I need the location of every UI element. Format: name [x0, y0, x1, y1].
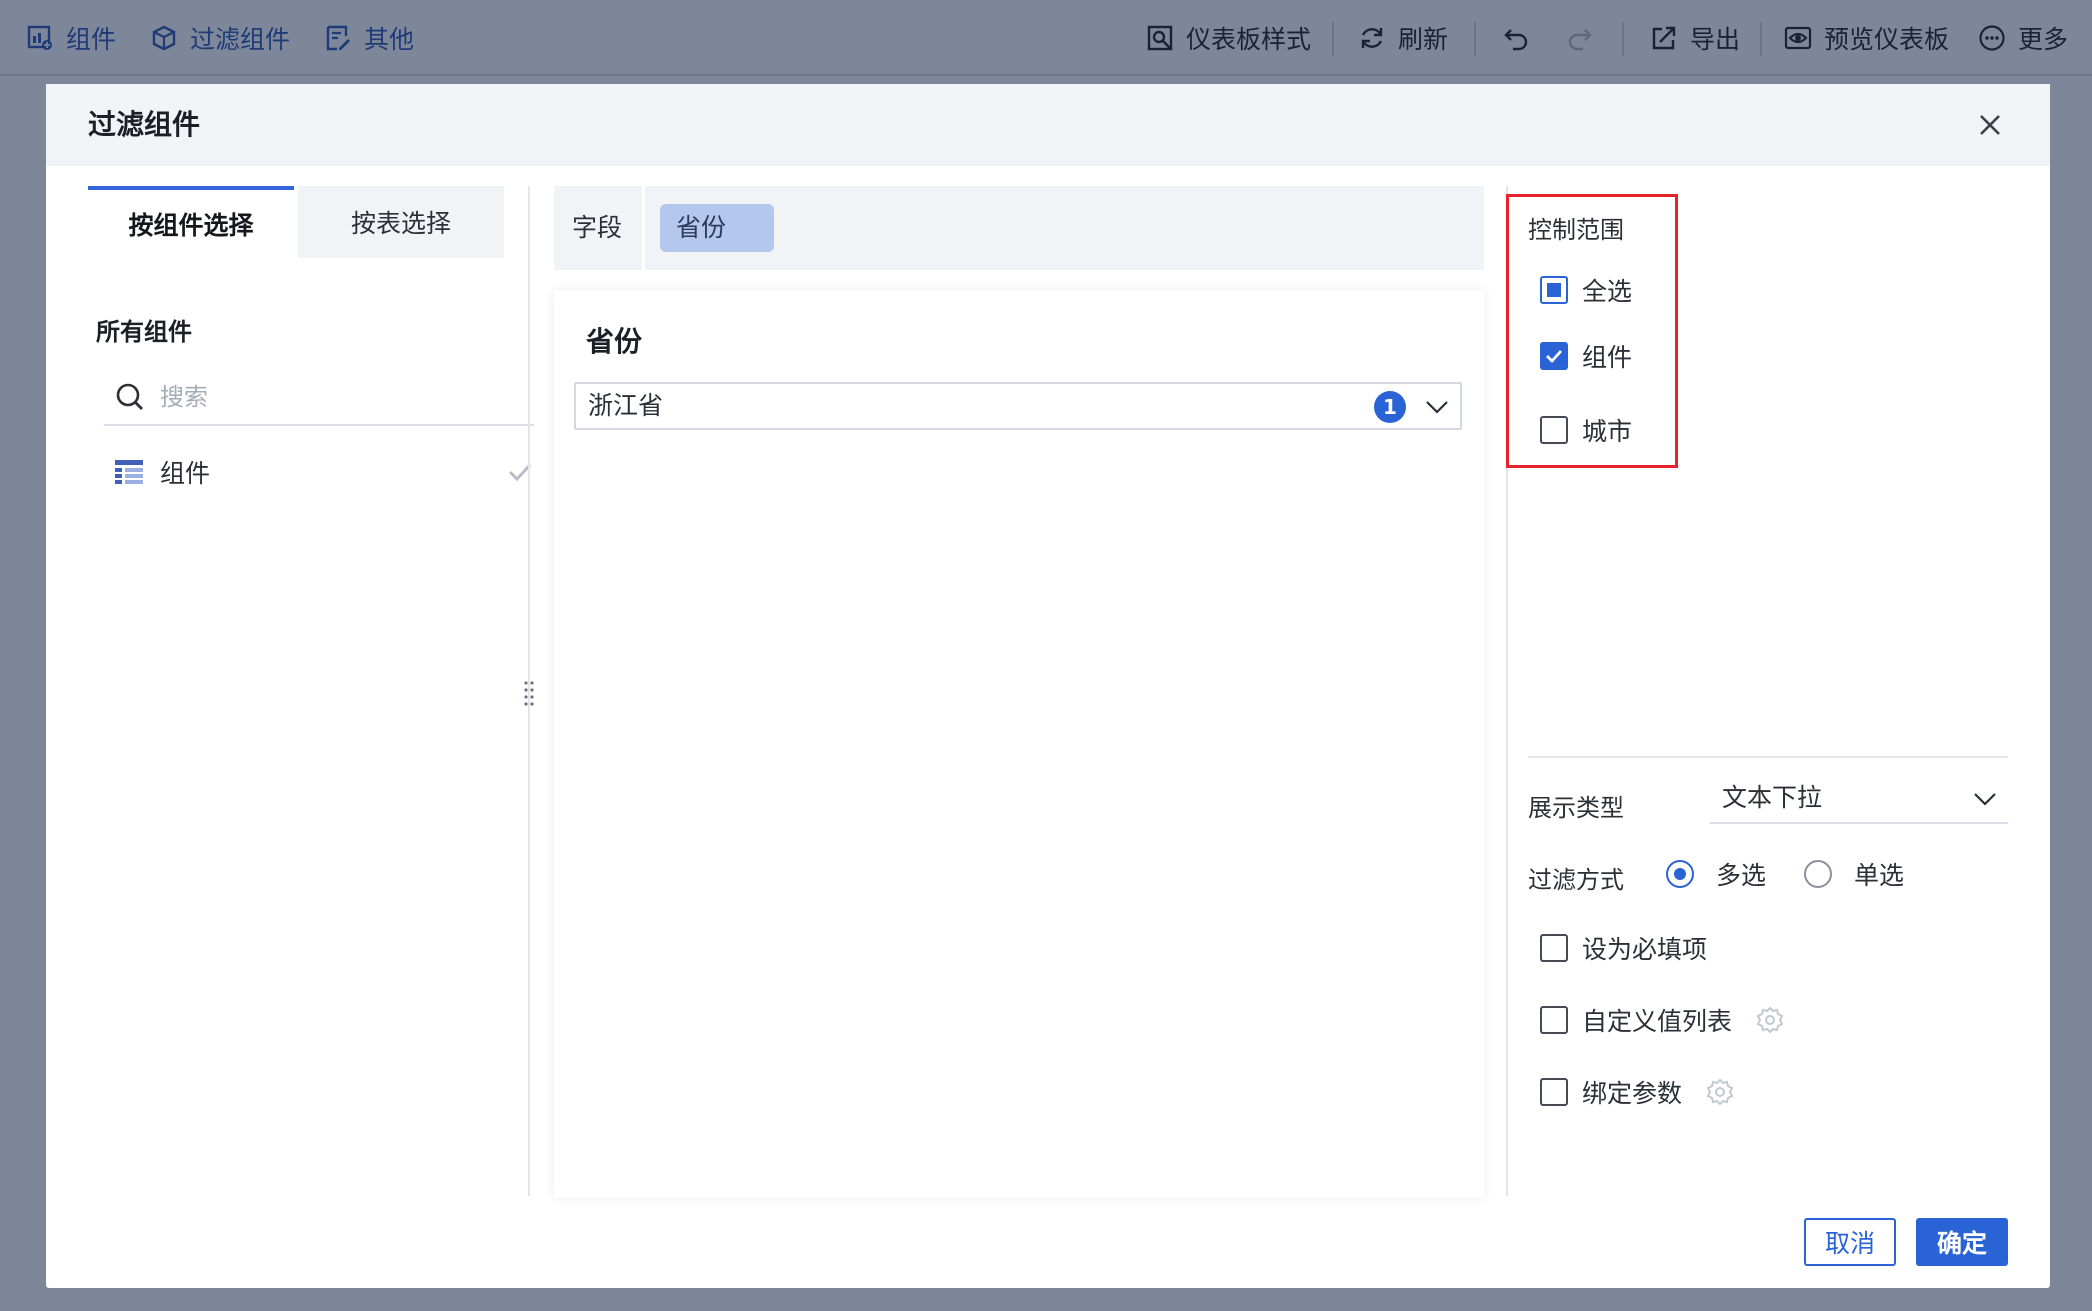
toolbar-refresh-label: 刷新	[1398, 25, 1449, 54]
control-scope-title: 控制范围	[1528, 216, 1624, 244]
component-scope-label: 组件	[1582, 343, 1633, 372]
filter-preview-card: 省份 浙江省 1	[554, 290, 1484, 1198]
toolbar-refresh-button[interactable]: 刷新	[1358, 0, 1448, 76]
table-icon	[115, 460, 143, 484]
close-icon[interactable]	[1974, 109, 2006, 141]
chevron-down-icon	[1426, 401, 1448, 414]
selected-count-badge: 1	[1374, 391, 1406, 423]
display-type-select[interactable]: 文本下拉	[1710, 776, 2008, 824]
confirm-button[interactable]: 确定	[1916, 1218, 2008, 1266]
toolbar-preview-label: 预览仪表板	[1824, 25, 1950, 54]
bind-param-option[interactable]: 绑定参数	[1540, 1074, 1734, 1110]
scope-select-all[interactable]: 全选	[1540, 272, 1632, 308]
toolbar-dashboard-style-label: 仪表板样式	[1186, 25, 1312, 54]
preview-title: 省份	[586, 325, 643, 358]
filter-mode-multi[interactable]: 多选	[1666, 856, 1766, 892]
multi-select-label: 多选	[1716, 861, 1767, 890]
multi-select-radio[interactable]	[1666, 860, 1694, 888]
toolbar-other-label: 其他	[364, 25, 415, 54]
display-type-value: 文本下拉	[1722, 783, 1823, 812]
redo-icon	[1568, 29, 1592, 51]
custom-value-list-label: 自定义值列表	[1582, 1007, 1733, 1036]
dialog-title: 过滤组件	[88, 108, 201, 141]
list-item[interactable]: 组件	[104, 448, 534, 496]
toolbar-more-label: 更多	[2018, 25, 2069, 54]
province-select[interactable]: 浙江省 1	[574, 382, 1462, 430]
cancel-button[interactable]: 取消	[1804, 1218, 1896, 1266]
field-chip[interactable]: 省份	[660, 204, 774, 252]
bind-param-label: 绑定参数	[1582, 1079, 1683, 1108]
toolbar-divider	[1760, 22, 1762, 56]
top-toolbar: 组件 过滤组件 其他 仪表板样式 刷新 导出 预览仪表板 更多	[0, 0, 2092, 76]
city-checkbox[interactable]	[1540, 416, 1568, 444]
scope-city[interactable]: 城市	[1540, 412, 1632, 448]
more-dots-icon	[1979, 25, 2005, 51]
bind-param-checkbox[interactable]	[1540, 1078, 1568, 1106]
search-icon	[116, 383, 143, 410]
single-select-radio[interactable]	[1804, 860, 1832, 888]
toolbar-other-button[interactable]: 其他	[324, 0, 414, 76]
custom-value-list-checkbox[interactable]	[1540, 1006, 1568, 1034]
toolbar-divider	[1474, 22, 1476, 56]
toolbar-export-button[interactable]: 导出	[1650, 0, 1740, 76]
single-select-label: 单选	[1854, 861, 1905, 890]
toolbar-filter-components-button[interactable]: 过滤组件	[150, 0, 290, 76]
section-divider	[1528, 756, 2008, 758]
export-icon	[1652, 26, 1676, 50]
dashboard-style-icon	[1147, 25, 1173, 51]
select-all-checkbox[interactable]	[1540, 276, 1568, 304]
checkmark-icon	[1546, 350, 1563, 364]
toolbar-redo-button[interactable]	[1566, 0, 1606, 76]
field-label: 字段	[572, 213, 623, 242]
required-option[interactable]: 设为必填项	[1540, 930, 1707, 966]
chevron-down-icon	[1974, 793, 1996, 806]
tab-by-component[interactable]: 按组件选择	[88, 186, 294, 258]
preview-eye-icon	[1784, 26, 1812, 50]
select-value: 浙江省	[588, 391, 664, 420]
filter-mode-label: 过滤方式	[1528, 866, 1624, 894]
toolbar-preview-button[interactable]: 预览仪表板	[1784, 0, 1949, 76]
dialog-header: 过滤组件	[46, 84, 2050, 166]
field-separator	[642, 186, 645, 270]
toolbar-filter-components-label: 过滤组件	[190, 25, 291, 54]
field-bar: 字段 省份	[554, 186, 1484, 270]
other-edit-icon	[326, 25, 350, 51]
toolbar-components-button[interactable]: 组件	[26, 0, 116, 76]
undo-icon	[1504, 29, 1528, 51]
toolbar-dashboard-style-button[interactable]: 仪表板样式	[1146, 0, 1311, 76]
all-components-label: 所有组件	[96, 318, 192, 346]
city-scope-label: 城市	[1582, 417, 1633, 446]
chart-add-icon	[27, 25, 52, 50]
refresh-icon	[1361, 28, 1383, 48]
toolbar-divider	[1332, 22, 1334, 56]
toolbar-undo-button[interactable]	[1502, 0, 1542, 76]
gear-icon[interactable]	[1706, 1078, 1734, 1106]
filter-component-dialog: 过滤组件 按组件选择 按表选择 所有组件 组件 字段 省份 省份 浙江省 1 控…	[46, 84, 2050, 1288]
display-type-label: 展示类型	[1528, 794, 1624, 822]
component-search	[104, 370, 534, 426]
select-all-label: 全选	[1582, 277, 1633, 306]
toolbar-export-label: 导出	[1690, 25, 1741, 54]
required-checkbox[interactable]	[1540, 934, 1568, 962]
toolbar-divider	[1622, 22, 1624, 56]
drag-handle-icon[interactable]	[522, 680, 536, 706]
tab-by-table[interactable]: 按表选择	[298, 186, 504, 258]
custom-value-list-option[interactable]: 自定义值列表	[1540, 1002, 1784, 1038]
gear-icon[interactable]	[1756, 1006, 1784, 1034]
filter-mode-single[interactable]: 单选	[1804, 856, 1904, 892]
component-checkbox[interactable]	[1540, 342, 1568, 370]
search-input[interactable]	[160, 383, 500, 411]
required-label: 设为必填项	[1582, 935, 1708, 964]
toolbar-more-button[interactable]: 更多	[1978, 0, 2068, 76]
list-item-label: 组件	[160, 459, 211, 488]
scope-component[interactable]: 组件	[1540, 338, 1632, 374]
toolbar-components-label: 组件	[66, 25, 117, 54]
filter-cube-icon	[152, 25, 176, 51]
